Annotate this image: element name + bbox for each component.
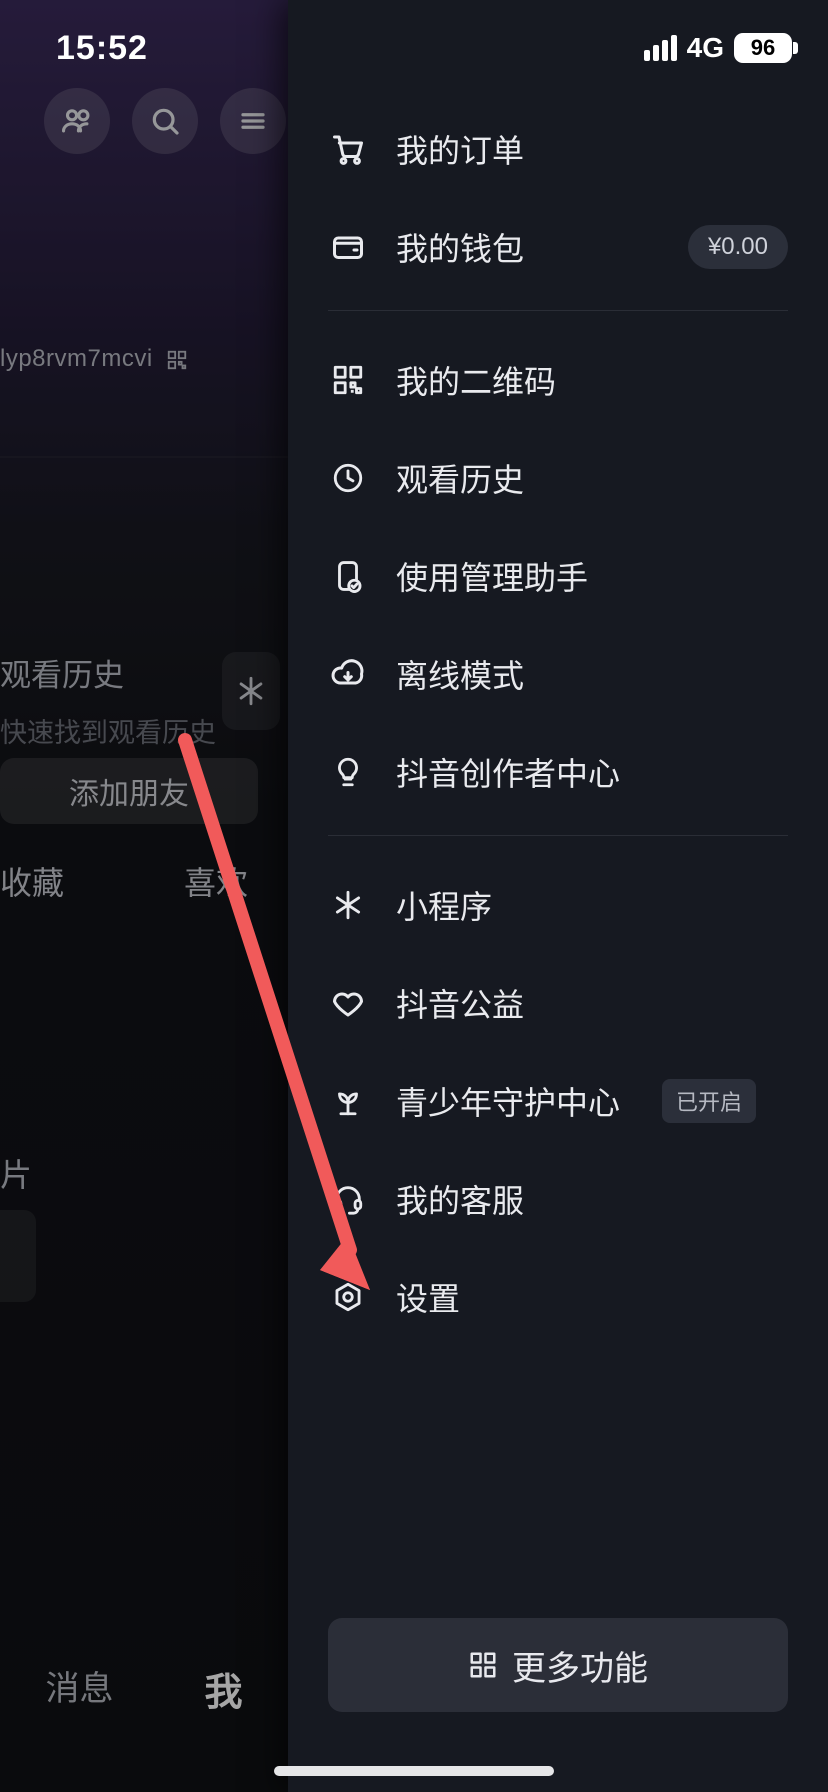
wallet-icon: [328, 227, 368, 267]
menu-label: 小程序: [396, 882, 492, 928]
menu-charity[interactable]: 抖音公益: [328, 954, 788, 1052]
menu-label: 离线模式: [396, 651, 524, 697]
menu-qr[interactable]: 我的二维码: [328, 331, 788, 429]
headset-icon: [328, 1179, 368, 1219]
menu-label: 我的二维码: [396, 357, 556, 403]
grid-icon: [468, 1650, 498, 1680]
menu-offline[interactable]: 离线模式: [328, 625, 788, 723]
menu-label: 使用管理助手: [396, 553, 588, 599]
status-bar: 15:52 4G 96: [0, 0, 828, 70]
heart-icon: [328, 983, 368, 1023]
divider: [328, 835, 788, 836]
menu-settings[interactable]: 设置: [328, 1248, 788, 1346]
cloud-down-icon: [328, 654, 368, 694]
menu-label: 我的订单: [396, 126, 524, 172]
network-label: 4G: [687, 32, 724, 64]
menu-label: 观看历史: [396, 455, 524, 501]
menu-teen[interactable]: 青少年守护中心 已开启: [328, 1052, 788, 1150]
clock-icon: [328, 458, 368, 498]
wallet-balance: ¥0.00: [688, 225, 788, 269]
menu-miniapp[interactable]: 小程序: [328, 856, 788, 954]
home-indicator[interactable]: [274, 1766, 554, 1776]
menu-creator[interactable]: 抖音创作者中心: [328, 723, 788, 821]
menu-orders[interactable]: 我的订单: [328, 100, 788, 198]
teen-state-badge: 已开启: [662, 1079, 756, 1123]
menu-label: 青少年守护中心: [396, 1078, 620, 1124]
sprout-icon: [328, 1081, 368, 1121]
spark-icon: [328, 885, 368, 925]
signal-icon: [644, 35, 677, 61]
menu-label: 抖音创作者中心: [396, 749, 620, 795]
side-drawer: 我的订单 我的钱包 ¥0.00 我的二维码: [288, 0, 828, 1792]
menu-label: 抖音公益: [396, 980, 524, 1026]
more-button[interactable]: 更多功能: [328, 1618, 788, 1712]
menu-label: 我的客服: [396, 1176, 524, 1222]
menu-assistant[interactable]: 使用管理助手: [328, 527, 788, 625]
background-page[interactable]: lyp8rvm7mcvi 观看历史 快速找到观看历史 添加朋友 收藏 喜欢 片 …: [0, 0, 288, 1792]
cart-icon: [328, 129, 368, 169]
menu-label: 我的钱包: [396, 224, 524, 270]
qr-icon: [328, 360, 368, 400]
menu-wallet[interactable]: 我的钱包 ¥0.00: [328, 198, 788, 296]
phone-check-icon: [328, 556, 368, 596]
status-time: 15:52: [56, 29, 148, 68]
gear-icon: [328, 1277, 368, 1317]
menu-label: 设置: [396, 1274, 460, 1320]
battery-indicator: 96: [734, 33, 792, 63]
more-label: 更多功能: [512, 1641, 648, 1690]
divider: [328, 310, 788, 311]
menu-history[interactable]: 观看历史: [328, 429, 788, 527]
menu-support[interactable]: 我的客服: [328, 1150, 788, 1248]
bulb-icon: [328, 752, 368, 792]
